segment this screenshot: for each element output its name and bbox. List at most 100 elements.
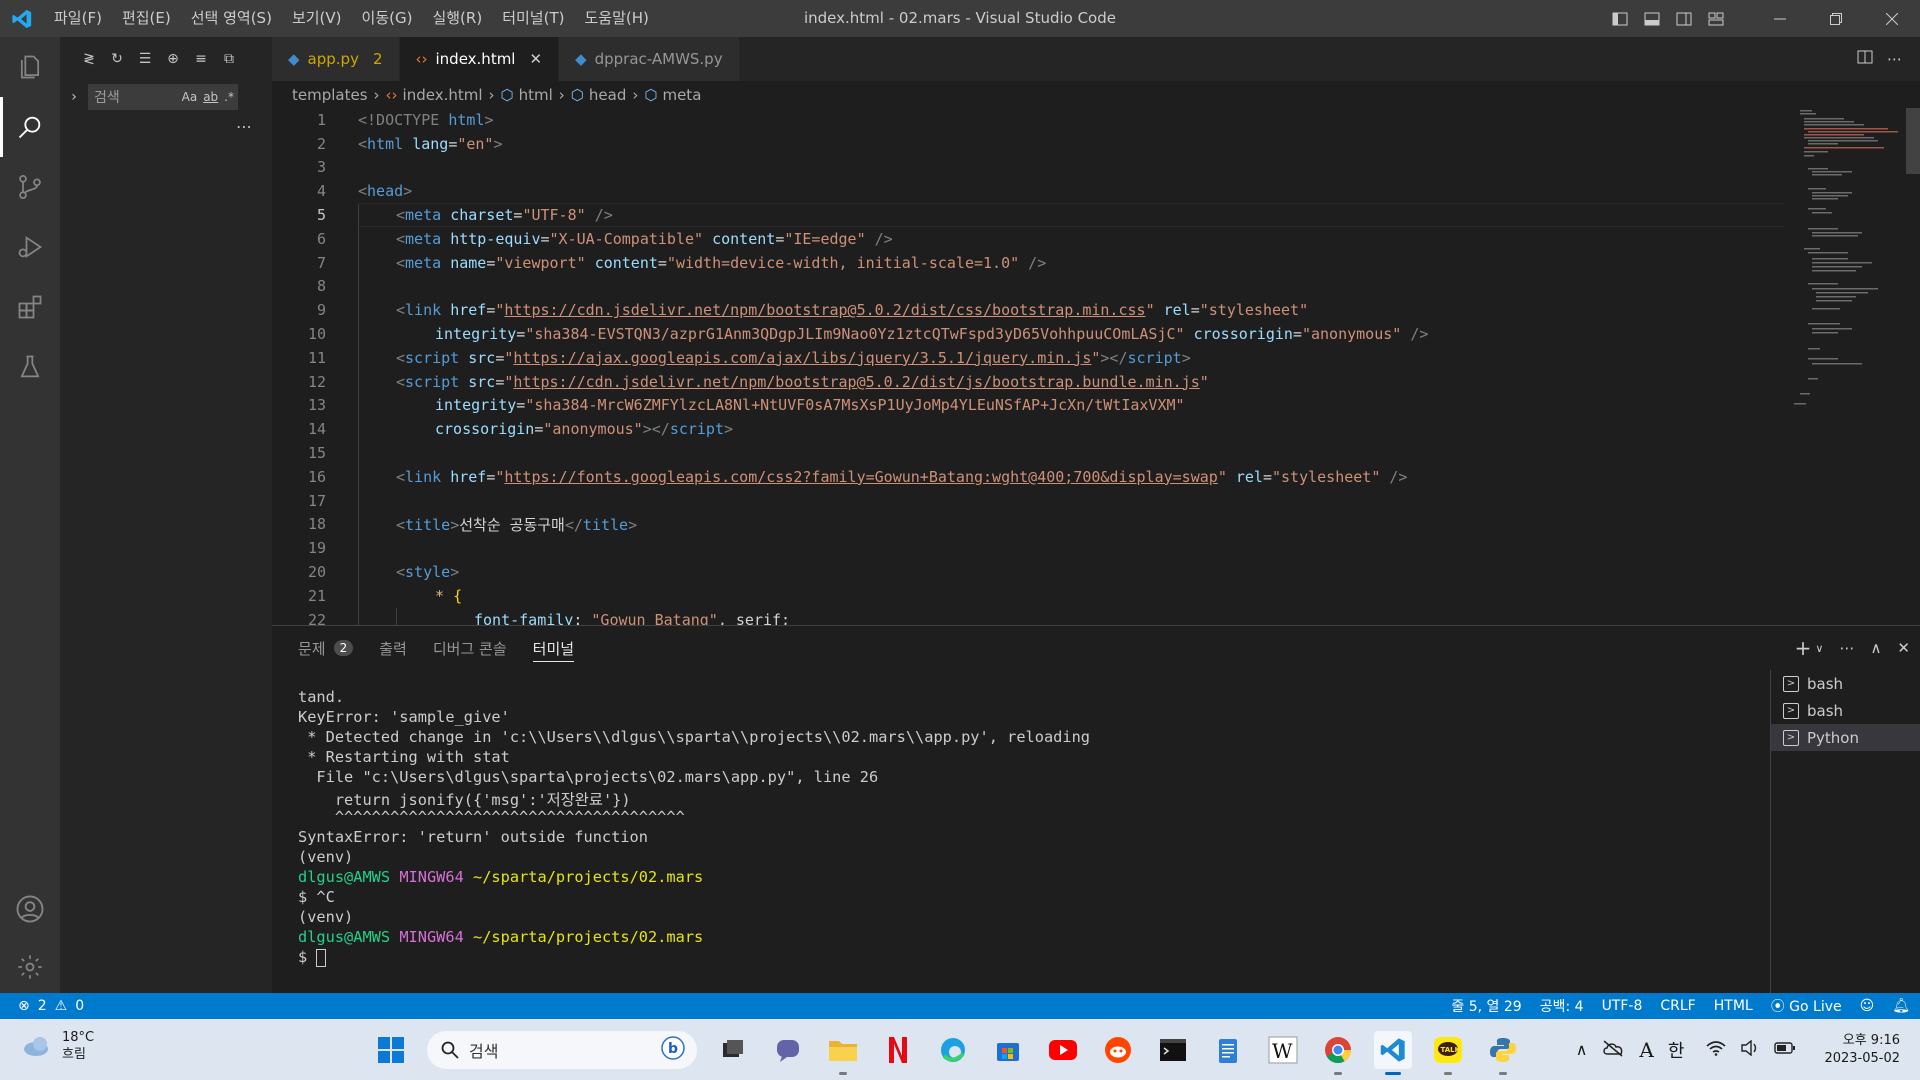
regex-toggle[interactable]: .* [224,90,234,104]
close-tab-icon[interactable]: ✕ [529,50,542,68]
maximize-panel-icon[interactable]: ∧ [1870,639,1881,657]
close-panel-icon[interactable]: ✕ [1897,639,1910,657]
view-as-tree-icon[interactable]: ≡ [192,50,210,68]
tab-debug-console[interactable]: 디버그 콘솔 [433,626,507,670]
netflix-icon[interactable] [879,1031,917,1069]
language-mode[interactable]: HTML [1714,998,1753,1014]
go-live-button[interactable]: ⦿ Go Live [1771,996,1842,1016]
breadcrumb-item[interactable]: templates [292,86,368,104]
settings-gear-icon[interactable] [0,937,60,997]
menu-terminal[interactable]: 터미널(T) [492,0,574,37]
source-control-icon[interactable] [0,157,60,217]
indentation[interactable]: 공백: 4 [1540,996,1584,1016]
notepad-icon[interactable] [1209,1031,1247,1069]
chevron-down-icon[interactable]: ∨ [1815,642,1823,655]
search-icon[interactable] [0,97,60,157]
code-editor[interactable]: 1 <!DOCTYPE html> 2 <html lang="en"> 3 4 <h… [272,108,1920,625]
vscode-taskbar-icon[interactable] [1374,1030,1412,1075]
edge-browser-icon[interactable] [934,1031,972,1069]
menu-view[interactable]: 보기(V) [282,0,352,37]
tab-app-py[interactable]: ◆ app.py 2 [272,37,400,81]
start-windows-icon[interactable] [372,1031,410,1069]
battery-icon[interactable] [1774,1041,1796,1059]
weather-widget[interactable]: 18°C 흐림 [22,1029,94,1063]
editor-scrollbar[interactable] [1906,108,1920,625]
menu-edit[interactable]: 편집(E) [112,0,181,37]
toggle-primary-sidebar-icon[interactable] [1604,0,1636,37]
reddit-icon[interactable] [1099,1031,1137,1069]
toggle-secondary-sidebar-icon[interactable] [1668,0,1700,37]
clear-results-icon[interactable]: ☰ [136,50,154,68]
clock[interactable]: 오후 9:16 2023-05-02 [1824,1032,1900,1068]
menu-selection[interactable]: 선택 영역(S) [181,0,282,37]
close-window-button[interactable] [1864,0,1920,37]
menu-help[interactable]: 도움말(H) [574,0,658,37]
encoding[interactable]: UTF-8 [1602,998,1643,1014]
collapse-all-icon[interactable]: ⧉ [220,50,238,68]
tab-terminal[interactable]: 터미널 [532,626,575,670]
code-link[interactable]: https://cdn.jsdelivr.net/npm/bootstrap@5… [504,301,1145,319]
end-of-line[interactable]: CRLF [1660,998,1695,1014]
ime-mode-indicator[interactable]: A [1639,1038,1653,1062]
minimize-button[interactable] [1752,0,1808,37]
toggle-panel-icon[interactable] [1636,0,1668,37]
file-explorer-icon[interactable] [824,1031,862,1075]
task-view-icon[interactable] [714,1031,752,1069]
terminal-input-line[interactable]: $ [298,948,1778,968]
wikipedia-icon[interactable]: W [1264,1031,1302,1069]
terminal-output[interactable]: tand. KeyError: 'sample_give' * Detected… [298,688,1778,968]
menu-go[interactable]: 이동(G) [352,0,423,37]
terminal-item-bash[interactable]: > bash [1771,697,1920,724]
code-link[interactable]: https://fonts.googleapis.com/css2?family… [504,468,1217,486]
new-terminal-icon[interactable]: + [1795,636,1812,660]
volume-icon[interactable] [1740,1039,1760,1060]
more-options-icon[interactable]: ⋯ [236,117,253,136]
explorer-icon[interactable] [0,37,60,97]
toggle-replace-chevron-icon[interactable]: › [60,89,88,105]
breadcrumb-item[interactable]: ⬡ meta [644,86,701,104]
more-actions-icon[interactable]: ⋯ [1839,639,1854,657]
tab-problems[interactable]: 문제 2 [298,626,354,670]
search-input[interactable]: 검색 Aa ab .* [88,84,238,110]
breadcrumb-item[interactable]: ⬡ head [571,86,627,104]
onedrive-icon[interactable] [1601,1039,1625,1061]
show-hidden-icons-chevron-icon[interactable]: ∧ [1576,1040,1588,1059]
chrome-icon[interactable] [1319,1031,1357,1075]
terminal-item-python[interactable]: > Python [1771,724,1920,751]
tab-index-html[interactable]: ‹› index.html ✕ [399,37,560,81]
terminal-app-icon[interactable] [1154,1031,1192,1069]
ime-language-indicator[interactable]: 한 [1668,1037,1685,1063]
tab-dpprac[interactable]: ◆ dpprac-AMWS.py [559,37,740,81]
match-case-toggle[interactable]: Aa [182,90,198,104]
taskbar-search-box[interactable]: 검색 b [427,1030,697,1069]
run-debug-icon[interactable] [0,217,60,277]
breadcrumb-item[interactable]: ⬡ html [501,86,553,104]
match-word-toggle[interactable]: ab [203,90,218,104]
extensions-icon[interactable] [0,277,60,337]
tab-output[interactable]: 출력 [379,626,407,670]
kakaotalk-icon[interactable]: TALK [1429,1031,1467,1075]
restore-button[interactable] [1808,0,1864,37]
editor-scrollbar-thumb[interactable] [1906,108,1920,174]
customize-layout-icon[interactable] [1700,0,1732,37]
search-details-icon[interactable]: ≷ [80,50,98,68]
refresh-icon[interactable]: ↻ [108,50,126,68]
code-link[interactable]: https://cdn.jsdelivr.net/npm/bootstrap@5… [513,373,1199,391]
feedback-icon[interactable]: ☺ [1860,998,1875,1014]
breadcrumb-item[interactable]: ‹› index.html [386,86,483,104]
status-problems[interactable]: ⊗ 2 ⚠ 0 [0,998,84,1014]
accounts-icon[interactable] [0,879,60,939]
minimap[interactable] [1784,108,1904,408]
code-link[interactable]: https://ajax.googleapis.com/ajax/libs/jq… [513,349,1091,367]
youtube-icon[interactable] [1044,1031,1082,1069]
new-search-editor-icon[interactable]: ⊕ [164,50,182,68]
cursor-position[interactable]: 줄 5, 열 29 [1451,996,1521,1016]
testing-icon[interactable] [0,337,60,397]
split-editor-icon[interactable] [1857,49,1873,69]
teams-chat-icon[interactable] [769,1031,807,1069]
microsoft-store-icon[interactable] [989,1031,1027,1069]
more-actions-icon[interactable]: ⋯ [1887,50,1902,68]
menu-file[interactable]: 파일(F) [44,0,112,37]
python-app-icon[interactable] [1484,1031,1522,1075]
wifi-icon[interactable] [1706,1040,1726,1060]
